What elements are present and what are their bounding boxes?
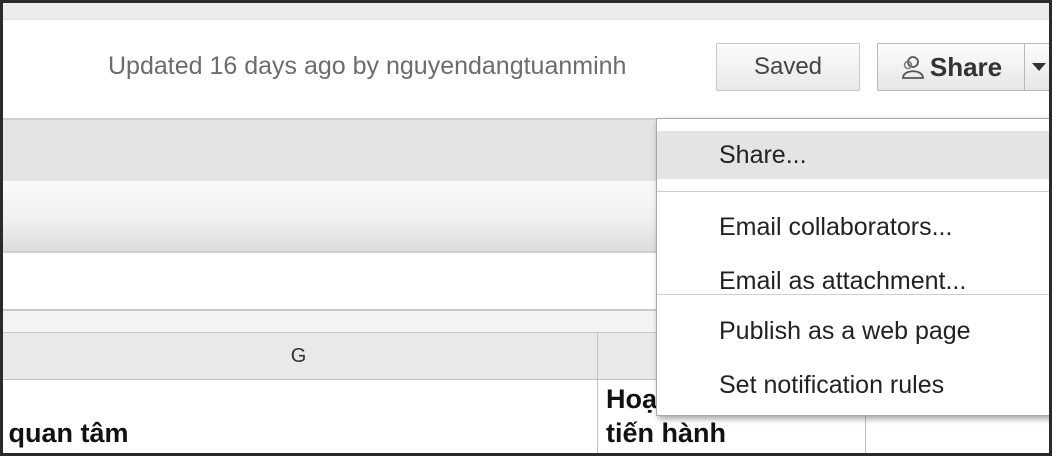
saved-button[interactable]: Saved: [716, 43, 860, 91]
cell-h-text-line1: Hoạ: [606, 384, 658, 414]
menu-separator: [657, 294, 1051, 295]
saved-label: Saved: [753, 53, 823, 80]
menu-item-share[interactable]: Share...: [657, 131, 1051, 179]
cell-h-text-line2: tiến hành: [606, 418, 726, 448]
column-header-g[interactable]: G: [0, 332, 598, 380]
menu-item-email-attachment[interactable]: Email as attachment...: [657, 257, 1051, 305]
menu-item-notification-rules[interactable]: Set notification rules: [657, 361, 1051, 409]
people-icon: [900, 54, 926, 80]
share-label: Share: [929, 51, 1003, 82]
menu-separator: [657, 191, 1051, 192]
top-strip: [0, 0, 1052, 20]
menu-item-publish-web[interactable]: Publish as a web page: [657, 307, 1051, 355]
menu-item-email-collaborators[interactable]: Email collaborators...: [657, 203, 1051, 251]
share-button[interactable]: Share: [877, 43, 1024, 91]
share-dropdown-menu: Share... Email collaborators... Email as…: [656, 118, 1052, 416]
cell-g-text: ề quan tâm: [0, 418, 129, 448]
share-dropdown-toggle[interactable]: [1024, 43, 1052, 91]
column-header-g-label: G: [290, 344, 307, 367]
chevron-down-icon: [1032, 62, 1046, 72]
last-updated-text: Updated 16 days ago by nguyendangtuanmin…: [108, 52, 627, 80]
